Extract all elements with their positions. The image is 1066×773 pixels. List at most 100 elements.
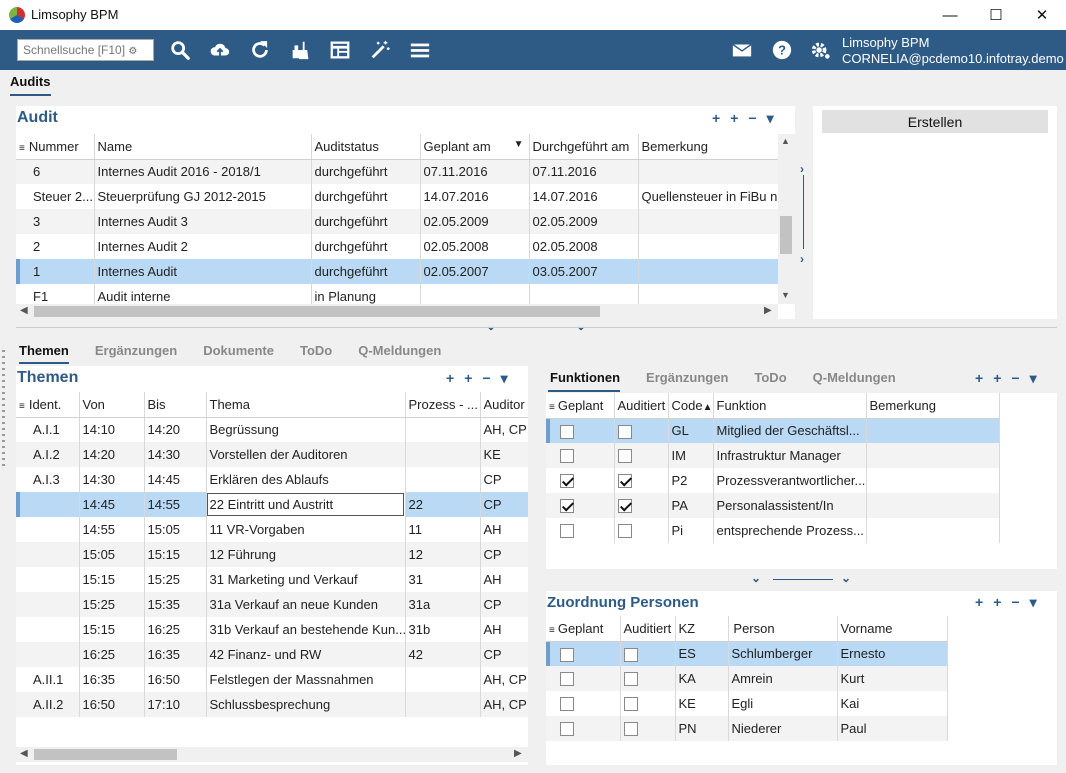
column-chooser-icon[interactable]: ≡ [19, 401, 25, 412]
scroll-down-icon[interactable]: ▼ [781, 290, 790, 300]
add-icon[interactable]: + [712, 110, 720, 127]
audit-col-header[interactable]: ▼ Geplant am [420, 134, 530, 160]
collapse-down-icon[interactable]: ⌄ [576, 319, 586, 333]
cloud-upload-icon[interactable] [207, 37, 233, 63]
checkbox[interactable] [617, 449, 632, 464]
scroll-thumb[interactable] [34, 749, 177, 760]
table-row[interactable]: 15:25 15:35 31a Verkauf an neue Kunden 31a C… [16, 592, 528, 617]
menu-icon[interactable] [407, 37, 433, 63]
funktionen-col-header[interactable]: ≡ Geplant [546, 393, 615, 419]
table-row[interactable]: PA Personalassistent/In [546, 493, 1000, 518]
table-row[interactable]: KA Amrein Kurt [546, 666, 948, 691]
themen-hscrollbar[interactable]: ◀ ▶ [16, 747, 528, 762]
remove-icon[interactable]: − [482, 370, 490, 387]
remove-icon[interactable]: − [1011, 594, 1019, 611]
funktionen-col-header[interactable]: Auditiert [614, 393, 669, 419]
tab-ergänzungen[interactable]: Ergänzungen [95, 343, 177, 363]
collapse-down-icon[interactable]: ⌄ [841, 571, 851, 585]
audit-hscrollbar[interactable]: ◀ ▶ [16, 304, 778, 319]
add-icon[interactable]: + [446, 370, 454, 387]
themen-col-header[interactable]: Prozess - ... [405, 392, 481, 418]
scroll-thumb[interactable] [34, 306, 600, 317]
add-icon[interactable]: + [975, 594, 983, 611]
checkbox[interactable] [560, 474, 574, 489]
checkbox[interactable] [560, 424, 574, 439]
audit-col-header[interactable]: Bemerkung [638, 134, 778, 160]
table-layout-icon[interactable] [327, 37, 353, 63]
add-below-icon[interactable]: + [464, 370, 472, 387]
add-icon[interactable]: + [975, 370, 983, 387]
personen-col-header[interactable]: Auditiert [620, 616, 676, 642]
refresh-icon[interactable] [247, 37, 273, 63]
scroll-left-icon[interactable]: ◀ [20, 748, 28, 759]
dropdown-icon[interactable]: ▾ [1030, 370, 1037, 387]
table-row[interactable]: A.II.2 16:50 17:10 Schlussbesprechung AH, CP [16, 692, 528, 717]
expand-right-icon[interactable]: › [800, 162, 804, 176]
table-row[interactable]: 16:25 16:35 42 Finanz- und RW 42 CP [16, 642, 528, 667]
audit-vscrollbar[interactable]: ▲ ▼ [778, 134, 795, 304]
personen-col-header[interactable]: Vorname [837, 616, 948, 642]
audit-col-header[interactable]: ≡ Nummer [16, 134, 95, 160]
add-below-icon[interactable]: + [993, 594, 1001, 611]
checkbox[interactable] [617, 499, 632, 514]
table-row[interactable]: 3 Internes Audit 3 durchgeführt 02.05.2009 0… [16, 209, 778, 234]
checkbox[interactable] [617, 524, 632, 539]
table-row[interactable]: A.II.1 16:35 16:50 Felstlegen der Massnahme… [16, 667, 528, 692]
help-icon[interactable]: ? [769, 37, 795, 63]
table-row[interactable]: KE Egli Kai [546, 691, 948, 716]
table-row[interactable]: PN Niederer Paul [546, 716, 948, 741]
table-row[interactable]: 1 Internes Audit durchgeführt 02.05.2007 03.… [16, 259, 778, 284]
table-row[interactable]: 15:15 15:25 31 Marketing und Verkauf 31 AH [16, 567, 528, 592]
checkbox[interactable] [560, 449, 574, 464]
splitter-grip[interactable] [2, 350, 5, 470]
table-row[interactable]: Pi entsprechende Prozess... [546, 518, 1000, 543]
tab-q-meldungen[interactable]: Q-Meldungen [813, 370, 896, 390]
maximize-button[interactable]: ☐ [973, 0, 1019, 30]
audit-col-header[interactable]: Name [94, 134, 312, 160]
add-below-icon[interactable]: + [730, 110, 738, 127]
tab-ergänzungen[interactable]: Ergänzungen [646, 370, 728, 390]
magic-wand-icon[interactable] [367, 37, 393, 63]
checkbox[interactable] [623, 647, 638, 662]
table-row[interactable]: F1 Audit interne in Planung [16, 284, 778, 304]
minimize-button[interactable]: — [927, 0, 973, 30]
table-row[interactable]: 6 Internes Audit 2016 - 2018/1 durchgeführ… [16, 159, 778, 184]
table-row[interactable]: P2 Prozessverantwortlicher... [546, 468, 1000, 493]
personen-col-header[interactable]: ≡ Geplant [546, 616, 621, 642]
column-chooser-icon[interactable]: ≡ [19, 143, 25, 154]
dropdown-icon[interactable]: ▾ [767, 110, 774, 127]
settings-gear-icon[interactable] [807, 37, 833, 63]
column-chooser-icon[interactable]: ≡ [549, 625, 555, 636]
funktionen-col-header[interactable]: Bemerkung [866, 393, 1000, 419]
checkbox[interactable] [560, 697, 574, 712]
checkbox[interactable] [623, 697, 638, 712]
checkbox[interactable] [560, 722, 574, 737]
checkbox[interactable] [560, 499, 574, 514]
themen-col-header[interactable]: Von [79, 392, 145, 418]
table-row[interactable]: A.I.2 14:20 14:30 Vorstellen der Auditoren K… [16, 442, 528, 467]
themen-col-header[interactable]: Auditor [480, 392, 528, 418]
table-row[interactable]: 2 Internes Audit 2 durchgeführt 02.05.2008 0… [16, 234, 778, 259]
checkbox[interactable] [623, 722, 638, 737]
checkbox[interactable] [560, 672, 574, 687]
collapse-down-icon[interactable]: ⌄ [486, 319, 496, 333]
table-row[interactable]: A.I.1 14:10 14:20 Begrüssung AH, CP [16, 417, 528, 442]
audit-col-header[interactable]: Durchgeführt am [529, 134, 639, 160]
tab-audits[interactable]: Audits [10, 74, 50, 89]
user-email-label[interactable]: CORNELIA@pcdemo10.infotray.demo [842, 51, 1064, 66]
tab-todo[interactable]: ToDo [754, 370, 786, 390]
scroll-right-icon[interactable]: ▶ [764, 305, 772, 316]
funktionen-col-header[interactable]: Code▲ [668, 393, 714, 419]
dropdown-icon[interactable]: ▾ [1030, 594, 1037, 611]
funktionen-col-header[interactable]: Funktion [713, 393, 867, 419]
quick-search-input[interactable]: Schnellsuche [F10] ⚙ [17, 39, 154, 61]
table-row[interactable]: GL Mitglied der Geschäftsl... [546, 418, 1000, 443]
tab-themen[interactable]: Themen [19, 343, 69, 363]
remove-icon[interactable]: − [1011, 370, 1019, 387]
add-below-icon[interactable]: + [993, 370, 1001, 387]
table-row[interactable]: 15:05 15:15 12 Führung 12 CP [16, 542, 528, 567]
table-row[interactable]: 14:55 15:05 11 VR-Vorgaben 11 AH [16, 517, 528, 542]
dropdown-icon[interactable]: ▾ [501, 370, 508, 387]
table-row[interactable]: 14:45 14:55 22 Eintritt und Austritt 22 CP [16, 492, 528, 517]
themen-col-header[interactable]: ≡ Ident. [16, 392, 80, 418]
